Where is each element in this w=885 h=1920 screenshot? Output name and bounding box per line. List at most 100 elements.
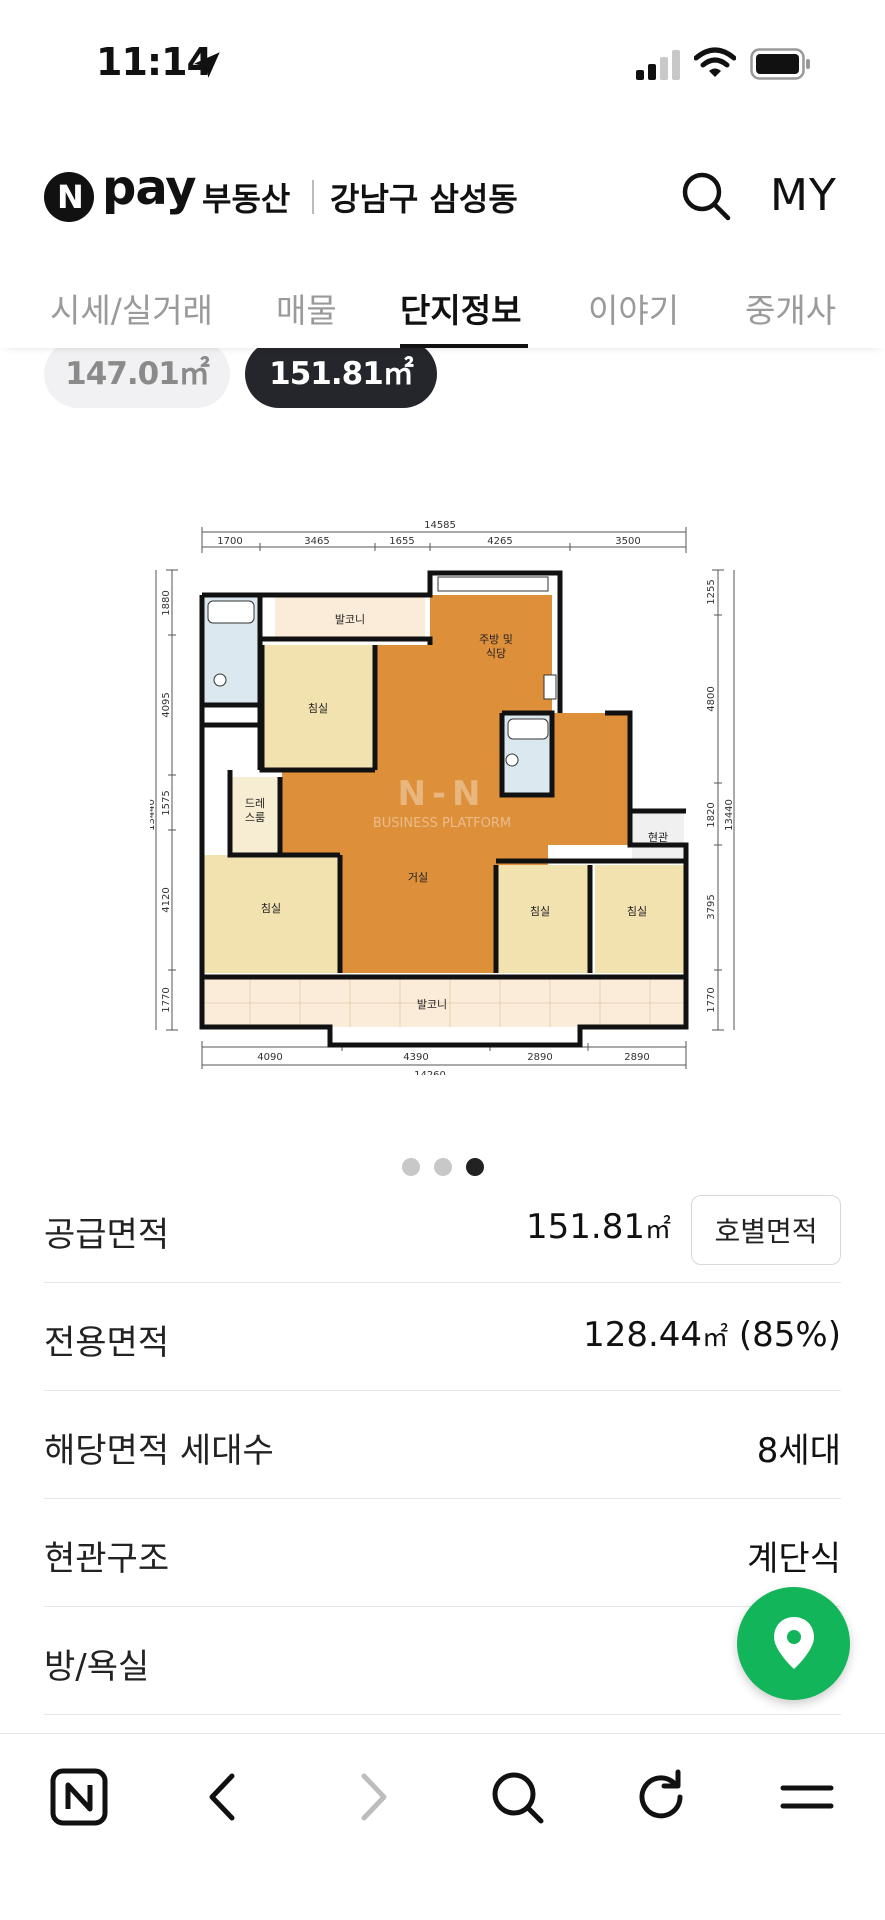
search-icon[interactable]	[680, 170, 732, 222]
dim-left-2: 4095	[161, 692, 172, 717]
label-entrance: 현관	[648, 831, 668, 844]
label-dressroom-1: 드레	[245, 797, 265, 810]
room-bedroom-right	[595, 865, 685, 973]
kitchen-counter-fixture	[437, 576, 549, 592]
area-info-list: 공급면적 151.81㎡ 호별면적 전용면적 128.44㎡ (85%) 해당면…	[44, 1175, 841, 1715]
menu-icon[interactable]	[774, 1764, 840, 1830]
pager-dot-3[interactable]	[466, 1158, 484, 1176]
status-bar: 11:14	[0, 0, 885, 130]
dim-bottom-4: 2890	[624, 1052, 649, 1063]
tab-agents[interactable]: 중개사	[745, 284, 836, 332]
row-supply-area: 공급면적 151.81㎡ 호별면적	[44, 1175, 841, 1283]
battery-icon	[750, 48, 810, 80]
floor-plan-image[interactable]: 14585 1700 3465 1655 4265 3500 13440 188…	[150, 515, 740, 1075]
label-balcony-bottom: 발코니	[417, 998, 447, 1011]
label-kitchen-2: 식당	[486, 647, 506, 660]
app-header: N pay 부동산 강남구 삼성동 MY	[0, 150, 885, 240]
label-bedroom-left: 침실	[261, 902, 281, 915]
tab-complex-info[interactable]: 단지정보	[400, 284, 521, 332]
tab-stories[interactable]: 이야기	[588, 284, 679, 332]
supply-area-label: 공급면적	[44, 1215, 170, 1255]
dim-right-3: 1820	[706, 802, 717, 827]
wifi-icon	[694, 47, 736, 77]
refresh-icon[interactable]	[628, 1764, 694, 1830]
dim-top-1: 1700	[217, 536, 242, 547]
toilet-right-fixture	[505, 753, 519, 767]
households-value: 8세대	[756, 1431, 841, 1471]
dim-left-3: 1575	[161, 790, 172, 815]
npay-logo-letter: N	[57, 178, 84, 216]
watermark-logo: N-N	[397, 774, 486, 814]
exclusive-area-ratio: (85%)	[738, 1315, 841, 1355]
brand-service: 부동산	[202, 180, 291, 218]
dim-top-4: 4265	[487, 536, 512, 547]
back-icon[interactable]	[192, 1764, 258, 1830]
cellular-signal-icon	[636, 50, 680, 80]
households-label: 해당면적 세대수	[44, 1431, 274, 1471]
pager-dot-2[interactable]	[434, 1158, 452, 1176]
tab-price[interactable]: 시세/실거래	[50, 284, 213, 332]
tab-listings[interactable]: 매물	[276, 284, 337, 332]
toilet-left-fixture	[213, 673, 227, 687]
dim-bottom-2: 4390	[403, 1052, 428, 1063]
npay-logo[interactable]: N	[44, 172, 94, 222]
tab-bar: 시세/실거래 매물 단지정보 이야기 중개사	[0, 270, 885, 348]
region-title[interactable]: 강남구 삼성동	[330, 174, 518, 220]
dim-left-1: 1880	[161, 590, 172, 615]
watermark-text: BUSINESS PLATFORM	[373, 816, 511, 831]
forward-icon[interactable]	[338, 1764, 404, 1830]
bathtub-left-fixture	[207, 600, 255, 624]
label-kitchen-1: 주방 및	[479, 633, 513, 646]
stove-fixture	[543, 674, 557, 700]
pager-dot-1[interactable]	[402, 1158, 420, 1176]
entrance-type-label: 현관구조	[44, 1539, 170, 1579]
naver-home-icon[interactable]	[46, 1764, 112, 1830]
dim-bottom-total: 14260	[414, 1070, 446, 1075]
dim-left-4: 4120	[161, 887, 172, 912]
row-households: 해당면적 세대수 8세대	[44, 1391, 841, 1499]
supply-area-unit: ㎡	[644, 1215, 671, 1245]
row-exclusive-area: 전용면적 128.44㎡ (85%)	[44, 1283, 841, 1391]
toolbar-search-icon[interactable]	[484, 1764, 550, 1830]
dim-top-total: 14585	[424, 520, 456, 531]
exclusive-area-label: 전용면적	[44, 1323, 170, 1363]
bathtub-right-fixture	[507, 718, 549, 740]
area-chip-151[interactable]: 151.81㎡	[245, 340, 437, 408]
supply-area-value: 151.81㎡	[526, 1207, 671, 1247]
dim-right-1: 1255	[706, 579, 717, 604]
label-bedroom-top: 침실	[308, 702, 328, 715]
location-arrow-icon	[194, 52, 220, 78]
label-living: 거실	[408, 871, 428, 884]
label-bedroom-right: 침실	[627, 905, 647, 918]
dim-bottom-1: 4090	[257, 1052, 282, 1063]
dim-right-4: 3795	[706, 894, 717, 919]
browser-toolbar	[0, 1733, 885, 1920]
room-bedroom-mid	[496, 865, 588, 973]
label-dressroom-2: 스룸	[245, 811, 265, 824]
exclusive-area-value: 128.44㎡ (85%)	[583, 1315, 841, 1355]
brand-pay: pay	[102, 160, 197, 216]
row-entrance-type: 현관구조 계단식	[44, 1499, 841, 1607]
tab-active-indicator	[400, 344, 528, 348]
rooms-baths-label: 방/욕실	[44, 1647, 150, 1687]
label-bedroom-mid: 침실	[530, 905, 550, 918]
dim-bottom-3: 2890	[527, 1052, 552, 1063]
dim-top-2: 3465	[304, 536, 329, 547]
supply-area-number: 151.81	[526, 1207, 645, 1247]
exclusive-area-number: 128.44	[583, 1315, 703, 1355]
header-divider	[312, 180, 314, 214]
exclusive-area-unit: ㎡	[702, 1323, 729, 1353]
dim-top-3: 1655	[389, 536, 414, 547]
dim-left-5: 1770	[161, 987, 172, 1012]
map-location-button[interactable]	[737, 1587, 850, 1700]
dim-right-2: 4800	[706, 686, 717, 711]
my-button[interactable]: MY	[770, 170, 837, 221]
dim-top-5: 3500	[615, 536, 640, 547]
row-rooms-baths: 방/욕실	[44, 1607, 841, 1715]
dim-right-5: 1770	[706, 987, 717, 1012]
dim-left-total: 13440	[150, 799, 157, 831]
entrance-type-value: 계단식	[747, 1539, 841, 1579]
area-chip-147[interactable]: 147.01㎡	[44, 340, 230, 408]
dim-right-total: 13440	[724, 799, 735, 831]
unit-area-button[interactable]: 호별면적	[691, 1195, 841, 1265]
